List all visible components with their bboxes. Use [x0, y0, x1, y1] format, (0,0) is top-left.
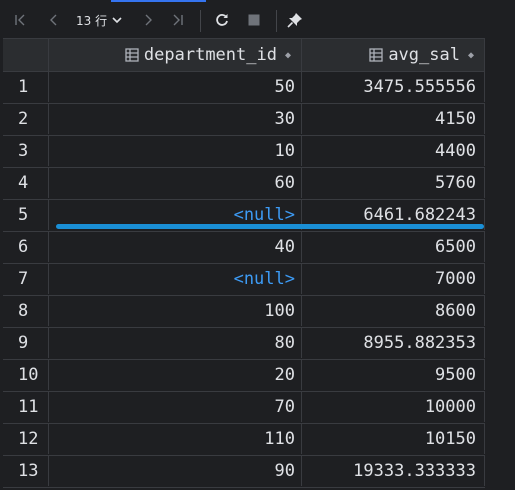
result-toolbar: 13 行	[0, 2, 515, 38]
row-number: 10	[18, 364, 39, 385]
sort-icon[interactable]: ◆	[468, 50, 474, 61]
department-id-cell[interactable]: 90	[48, 455, 301, 486]
column-header-department-id[interactable]: department_id ◆	[48, 39, 301, 71]
table-row[interactable]: 3 10 4400	[3, 135, 485, 168]
table-row[interactable]: 12 110 10150	[3, 423, 485, 456]
table-header: department_id ◆ avg_sal ◆	[3, 38, 485, 72]
pin-icon	[287, 13, 302, 28]
rows-count-dropdown[interactable]: 13 行	[76, 2, 123, 38]
department-id-cell[interactable]: 70	[48, 391, 301, 422]
department-id-cell[interactable]: 20	[48, 359, 301, 390]
department-id-cell[interactable]: 10	[48, 135, 301, 166]
stop-icon	[248, 14, 260, 26]
department-id-null-cell[interactable]: <null>	[48, 263, 301, 294]
rows-count-label: 13 行	[76, 13, 108, 28]
avg-sal-cell[interactable]: 5760	[301, 167, 485, 198]
table-row[interactable]: 2 30 4150	[3, 103, 485, 136]
avg-sal-cell[interactable]: 8600	[301, 295, 485, 326]
refresh-button[interactable]	[210, 2, 234, 38]
department-id-cell[interactable]: 60	[48, 167, 301, 198]
avg-sal-cell[interactable]: 19333.333333	[301, 455, 485, 486]
row-number: 4	[18, 172, 29, 193]
column-icon	[369, 48, 383, 62]
row-number: 7	[18, 268, 29, 289]
column-icon	[125, 48, 139, 62]
department-id-cell[interactable]: 110	[48, 423, 301, 454]
last-page-button[interactable]	[166, 2, 190, 38]
avg-sal-cell[interactable]: 3475.555556	[301, 71, 485, 102]
avg-sal-cell[interactable]: 7000	[301, 263, 485, 294]
first-page-button[interactable]	[8, 2, 32, 38]
last-page-icon	[173, 14, 183, 26]
avg-sal-cell[interactable]: 8955.882353	[301, 327, 485, 358]
avg-sal-cell[interactable]: 10150	[301, 423, 485, 454]
toolbar-divider	[276, 10, 277, 32]
avg-sal-cell[interactable]: 4400	[301, 135, 485, 166]
avg-sal-cell[interactable]: 6500	[301, 231, 485, 262]
prev-page-button[interactable]	[42, 2, 66, 38]
department-id-cell[interactable]: 30	[48, 103, 301, 134]
department-id-cell[interactable]: 40	[48, 231, 301, 262]
row-number: 12	[18, 428, 39, 449]
table-row[interactable]: 4 60 5760	[3, 167, 485, 200]
chevron-down-icon	[112, 17, 122, 24]
table-row[interactable]: 11 70 10000	[3, 391, 485, 424]
row-number: 3	[18, 140, 29, 161]
row-number: 2	[18, 108, 29, 129]
table-row[interactable]: 13 90 19333.333333	[3, 455, 485, 488]
department-id-cell[interactable]: 80	[48, 327, 301, 358]
refresh-icon	[216, 14, 228, 26]
avg-sal-cell[interactable]: 10000	[301, 391, 485, 422]
toolbar-divider	[200, 10, 201, 32]
sort-icon[interactable]: ◆	[285, 50, 291, 61]
row-number: 9	[18, 332, 29, 353]
row-drop-indicator	[56, 224, 484, 229]
department-id-cell[interactable]: 50	[48, 71, 301, 102]
table-row[interactable]: 10 20 9500	[3, 359, 485, 392]
column-header-label: avg_sal	[388, 45, 460, 65]
chevron-left-icon	[50, 14, 57, 26]
department-id-cell[interactable]: 100	[48, 295, 301, 326]
chevron-right-icon	[145, 14, 152, 26]
avg-sal-cell[interactable]: 4150	[301, 103, 485, 134]
column-header-avg-sal[interactable]: avg_sal ◆	[301, 39, 485, 71]
table-row[interactable]: 7 <null> 7000	[3, 263, 485, 296]
row-number: 1	[18, 76, 29, 97]
row-number: 13	[18, 460, 39, 481]
row-number: 5	[18, 204, 29, 225]
column-header-label: department_id	[143, 45, 277, 65]
row-number: 8	[18, 300, 29, 321]
row-number: 11	[18, 396, 39, 417]
stop-button[interactable]	[242, 2, 266, 38]
pin-button[interactable]	[283, 2, 307, 38]
first-page-icon	[15, 14, 25, 26]
row-number: 6	[18, 236, 29, 257]
table-row[interactable]: 9 80 8955.882353	[3, 327, 485, 360]
table-row[interactable]: 1 50 3475.555556	[3, 71, 485, 104]
table-row[interactable]: 8 100 8600	[3, 295, 485, 328]
table-row[interactable]: 6 40 6500	[3, 231, 485, 264]
next-page-button[interactable]	[136, 2, 160, 38]
avg-sal-cell[interactable]: 9500	[301, 359, 485, 390]
row-number-header	[3, 39, 48, 71]
